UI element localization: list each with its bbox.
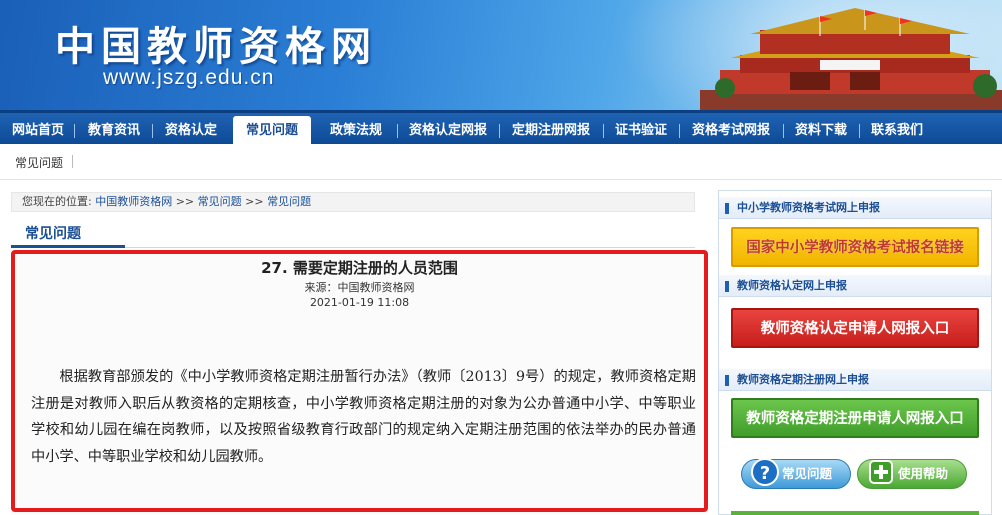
nav-divider — [499, 124, 500, 138]
nav-item-downloads[interactable]: 资料下载 — [787, 117, 855, 144]
article-date: 2021-01-19 11:08 — [309, 296, 410, 309]
sidebar-heading-certification-text: 教师资格认定网上申报 — [737, 279, 847, 292]
sidebar-next-button-edge — [731, 511, 979, 515]
breadcrumb-separator: >> — [245, 195, 264, 208]
nav-item-exam-online[interactable]: 资格考试网报 — [683, 117, 779, 144]
article-body: 根据教育部颁发的《中小学教师资格定期注册暂行办法》（教师〔2013〕9号）的规定… — [31, 369, 696, 465]
site-banner: 中国教师资格网 www.jszg.edu.cn — [0, 0, 1002, 110]
nav-item-faq[interactable]: 常见问题 — [233, 116, 311, 146]
heading-marker-icon — [725, 281, 729, 292]
nav-divider — [74, 124, 75, 138]
plus-help-icon — [869, 460, 893, 484]
article-source: 来源：中国教师资格网 — [304, 281, 415, 294]
nav-divider — [152, 124, 153, 138]
breadcrumb-link-faq-current[interactable]: 常见问题 — [267, 195, 311, 208]
nav-item-home[interactable]: 网站首页 — [5, 117, 71, 144]
breadcrumb-separator: >> — [175, 195, 195, 208]
subnav-link-faq[interactable]: 常见问题 — [15, 154, 63, 171]
nav-item-policy[interactable]: 政策法规 — [318, 117, 394, 144]
faq-button[interactable]: ? 常见问题 — [741, 458, 851, 489]
sidebar-heading-exam-text: 中小学教师资格考试网上申报 — [737, 201, 880, 214]
section-tab-bar: 常见问题 — [11, 222, 695, 248]
sidebar: 中小学教师资格考试网上申报 国家中小学教师资格考试报名链接 教师资格认定网上申报… — [718, 190, 992, 515]
faq-button-label: 常见问题 — [782, 466, 833, 481]
svg-text:?: ? — [760, 463, 770, 484]
nav-item-certification[interactable]: 资格认定 — [157, 117, 225, 144]
certification-entry-button[interactable]: 教师资格认定申请人网报入口 — [731, 308, 979, 348]
registration-entry-button[interactable]: 教师资格定期注册申请人网报入口 — [731, 398, 979, 438]
breadcrumb-prefix: 您现在的位置: — [22, 195, 92, 208]
nav-divider — [859, 124, 860, 138]
subnav-divider — [72, 155, 73, 168]
heading-marker-icon — [725, 375, 729, 386]
breadcrumb-link-home[interactable]: 中国教师资格网 — [95, 195, 172, 208]
nav-divider — [603, 124, 604, 138]
sidebar-heading-exam: 中小学教师资格考试网上申报 — [719, 197, 991, 219]
main-nav: 网站首页 教育资讯 资格认定 常见问题 政策法规 资格认定网报 定期注册网报 证… — [0, 110, 1002, 146]
heading-marker-icon — [725, 203, 729, 214]
nav-item-certificate-check[interactable]: 证书验证 — [607, 117, 675, 144]
sidebar-heading-registration: 教师资格定期注册网上申报 — [719, 369, 991, 391]
nav-item-certification-online[interactable]: 资格认定网报 — [400, 117, 496, 144]
help-button[interactable]: 使用帮助 — [857, 459, 967, 489]
article: 27. 需要定期注册的人员范围 来源：中国教师资格网 2021-01-19 11… — [11, 250, 708, 515]
nav-item-contact[interactable]: 联系我们 — [863, 117, 931, 144]
question-mark-icon: ? — [751, 458, 779, 486]
sidebar-heading-certification: 教师资格认定网上申报 — [719, 275, 991, 297]
breadcrumb-link-faq[interactable]: 常见问题 — [198, 195, 242, 208]
exam-registration-link-button[interactable]: 国家中小学教师资格考试报名链接 — [731, 227, 979, 267]
nav-divider — [783, 124, 784, 138]
breadcrumb: 您现在的位置: 中国教师资格网 >> 常见问题 >> 常见问题 — [11, 192, 695, 212]
tiananmen-gate-illustration — [700, 8, 1002, 110]
nav-divider — [397, 124, 398, 138]
site-title: 中国教师资格网 — [55, 23, 377, 70]
nav-item-registration-online[interactable]: 定期注册网报 — [503, 117, 599, 144]
nav-item-news[interactable]: 教育资讯 — [80, 117, 148, 144]
sidebar-heading-registration-text: 教师资格定期注册网上申报 — [737, 373, 869, 386]
sub-nav: 常见问题 — [0, 144, 1002, 180]
nav-divider — [679, 124, 680, 138]
site-url: www.jszg.edu.cn — [103, 66, 275, 89]
section-tab-faq: 常见问题 — [11, 222, 125, 248]
help-button-label: 使用帮助 — [898, 466, 949, 481]
article-title: 27. 需要定期注册的人员范围 — [261, 259, 458, 277]
